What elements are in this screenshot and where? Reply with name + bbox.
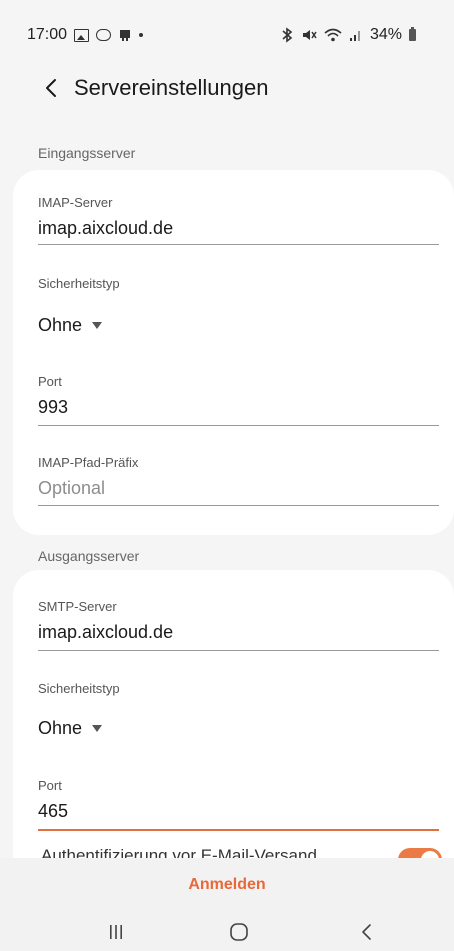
outgoing-port-underline — [38, 829, 439, 831]
message-notification-icon — [96, 29, 112, 41]
imap-prefix-underline — [38, 505, 439, 506]
outgoing-server-card: SMTP-Server imap.aixcloud.de Sicherheits… — [13, 570, 454, 858]
imap-server-label: IMAP-Server — [38, 195, 113, 210]
status-bar-right: 34% — [280, 26, 416, 44]
back-arrow-icon[interactable] — [38, 74, 66, 102]
incoming-port-label: Port — [38, 374, 62, 389]
incoming-section-label: Eingangsserver — [38, 145, 136, 161]
battery-percent: 34% — [369, 26, 402, 43]
incoming-server-card: IMAP-Server imap.aixcloud.de Sicherheits… — [13, 170, 454, 535]
more-notifications-icon — [139, 33, 144, 37]
recents-icon[interactable] — [104, 922, 128, 942]
smtp-auth-label: Authentifizierung vor E-Mail-Versand — [41, 846, 317, 858]
imap-prefix-input[interactable]: Optional — [38, 478, 105, 499]
dropdown-caret-icon — [92, 322, 103, 329]
imap-server-underline — [38, 244, 439, 245]
status-bar: 17:00 34% — [0, 0, 454, 60]
battery-icon — [409, 27, 416, 41]
signal-icon — [349, 31, 360, 41]
app-notification-icon — [120, 30, 131, 41]
smtp-server-input[interactable]: imap.aixcloud.de — [38, 622, 173, 643]
incoming-port-input[interactable]: 993 — [38, 397, 68, 418]
home-icon[interactable] — [227, 922, 251, 942]
outgoing-port-label: Port — [38, 778, 62, 793]
mute-icon — [302, 30, 317, 40]
imap-server-input[interactable]: imap.aixcloud.de — [38, 218, 173, 239]
system-nav-bar — [0, 910, 454, 951]
smtp-auth-row[interactable]: Authentifizierung vor E-Mail-Versand — [13, 842, 454, 858]
smtp-server-underline — [38, 650, 439, 651]
status-time: 17:00 — [27, 26, 68, 43]
outgoing-security-dropdown[interactable]: Ohne — [38, 718, 103, 739]
sign-in-button[interactable]: Anmelden — [0, 876, 454, 894]
smtp-auth-toggle[interactable] — [398, 848, 442, 858]
wifi-icon — [324, 28, 342, 42]
incoming-security-dropdown[interactable]: Ohne — [38, 315, 103, 336]
gallery-notification-icon — [74, 28, 90, 42]
incoming-security-label: Sicherheitstyp — [38, 276, 120, 291]
outgoing-port-input[interactable]: 465 — [38, 801, 68, 822]
incoming-port-underline — [38, 425, 439, 426]
bluetooth-icon — [282, 27, 293, 43]
imap-prefix-label: IMAP-Pfad-Präfix — [38, 455, 139, 470]
status-bar-left: 17:00 — [27, 26, 144, 44]
smtp-server-label: SMTP-Server — [38, 599, 117, 614]
nav-back-icon[interactable] — [355, 922, 379, 942]
outgoing-section-label: Ausgangsserver — [38, 548, 140, 564]
outgoing-security-label: Sicherheitstyp — [38, 681, 120, 696]
dropdown-caret-icon — [92, 725, 103, 732]
page-title: Servereinstellungen — [74, 75, 269, 100]
outgoing-security-value: Ohne — [38, 718, 83, 738]
incoming-security-value: Ohne — [38, 315, 83, 335]
